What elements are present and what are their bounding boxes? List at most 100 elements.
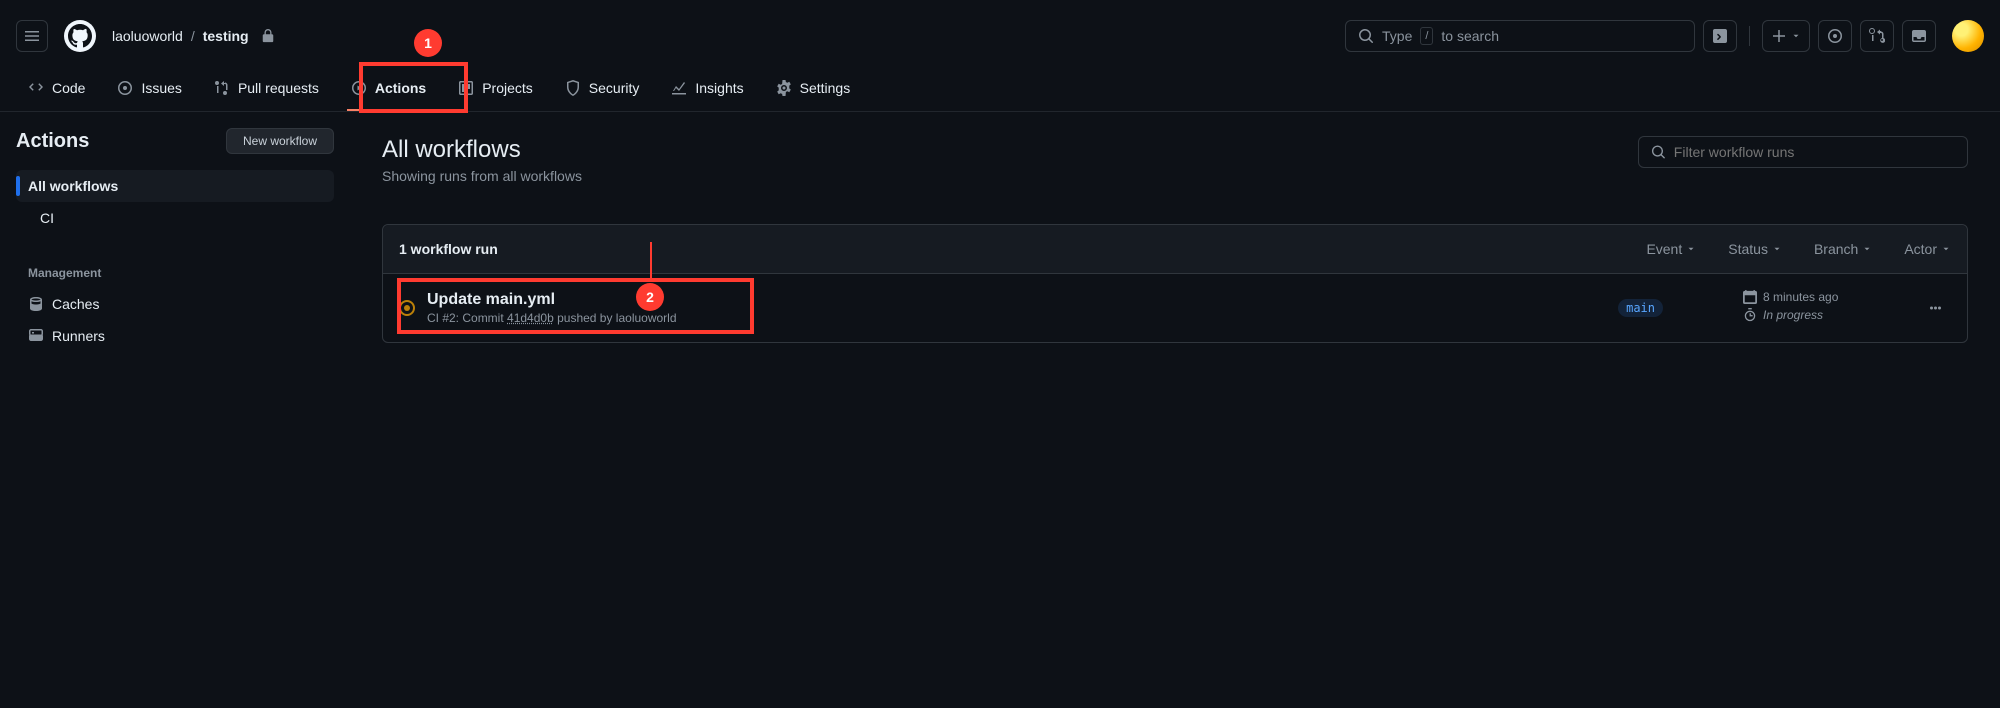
pull-icon: [1869, 28, 1885, 44]
calendar-icon: [1743, 290, 1757, 304]
github-logo[interactable]: [64, 20, 96, 52]
branch-badge[interactable]: main: [1618, 299, 1663, 317]
sidebar-item-ci[interactable]: CI: [16, 202, 334, 234]
status-in-progress-icon: [399, 300, 415, 316]
global-header: laoluoworld / testing Type / to search: [0, 0, 2000, 56]
tab-issues[interactable]: Issues: [105, 64, 193, 111]
run-meta: 8 minutes ago In progress: [1743, 290, 1903, 326]
run-title-link[interactable]: Update main.yml: [427, 291, 1578, 309]
pulls-label: Pull requests: [238, 80, 319, 96]
global-search[interactable]: Type / to search: [1345, 20, 1695, 52]
stopwatch-icon: [1743, 308, 1757, 322]
issue-icon: [1827, 28, 1843, 44]
chevron-down-icon: [1862, 244, 1872, 254]
projects-icon: [458, 80, 474, 96]
shield-icon: [565, 80, 581, 96]
filter-actor[interactable]: Actor: [1904, 241, 1951, 257]
tab-insights[interactable]: Insights: [659, 64, 755, 111]
breadcrumb: laoluoworld / testing: [112, 28, 275, 44]
command-palette-button[interactable]: [1703, 20, 1737, 52]
sidebar-title: Actions: [16, 130, 89, 153]
search-prefix: Type: [1382, 28, 1412, 44]
cache-icon: [28, 296, 44, 312]
code-label: Code: [52, 80, 85, 96]
tab-settings[interactable]: Settings: [764, 64, 863, 111]
issues-button[interactable]: [1818, 20, 1852, 52]
tab-pulls[interactable]: Pull requests: [202, 64, 331, 111]
breadcrumb-sep: /: [191, 28, 195, 44]
runners-label: Runners: [52, 328, 105, 344]
runs-count: 1 workflow run: [399, 241, 498, 257]
filter-event[interactable]: Event: [1646, 241, 1696, 257]
sidebar: Actions New workflow All workflows CI Ma…: [0, 112, 350, 708]
menu-button[interactable]: [16, 20, 48, 52]
run-time: 8 minutes ago: [1763, 290, 1838, 304]
inbox-icon: [1911, 28, 1927, 44]
plus-icon: [1771, 28, 1787, 44]
workflow-list: All workflows CI: [16, 170, 334, 234]
tab-code[interactable]: Code: [16, 64, 97, 111]
caches-label: Caches: [52, 296, 99, 312]
search-icon: [1651, 144, 1666, 160]
search-icon: [1358, 28, 1374, 44]
create-button[interactable]: [1762, 20, 1810, 52]
pulls-button[interactable]: [1860, 20, 1894, 52]
main: Actions New workflow All workflows CI Ma…: [0, 112, 2000, 708]
run-main: Update main.yml CI #2: Commit 41d4d0b pu…: [427, 291, 1578, 325]
chevron-down-icon: [1941, 244, 1951, 254]
code-icon: [28, 80, 44, 96]
filter-input-field[interactable]: [1674, 144, 1955, 160]
projects-label: Projects: [482, 80, 533, 96]
run-sub-suffix: pushed by laoluoworld: [557, 311, 676, 325]
sidebar-item-all-workflows[interactable]: All workflows: [16, 170, 334, 202]
owner-link[interactable]: laoluoworld: [112, 28, 183, 44]
runs-box: 1 workflow run Event Status Branch Actor…: [382, 224, 1968, 343]
gear-icon: [776, 80, 792, 96]
hamburger-icon: [24, 28, 40, 44]
kebab-icon: [1927, 300, 1943, 316]
content-top: All workflows Showing runs from all work…: [382, 136, 1968, 208]
filter-branch[interactable]: Branch: [1814, 241, 1872, 257]
graph-icon: [671, 80, 687, 96]
repo-nav: Code Issues Pull requests Actions Projec…: [0, 64, 2000, 112]
avatar[interactable]: [1952, 20, 1984, 52]
tab-projects[interactable]: Projects: [446, 64, 545, 111]
terminal-icon: [1712, 28, 1728, 44]
run-menu-button[interactable]: [1919, 300, 1951, 316]
tab-actions[interactable]: Actions: [339, 64, 438, 111]
filter-status[interactable]: Status: [1728, 241, 1782, 257]
settings-label: Settings: [800, 80, 851, 96]
run-duration: In progress: [1763, 308, 1823, 322]
sidebar-item-runners[interactable]: Runners: [16, 320, 334, 352]
run-sub: CI #2: Commit 41d4d0b pushed by laoluowo…: [427, 311, 1578, 325]
search-suffix: to search: [1441, 28, 1499, 44]
search-kbd: /: [1420, 27, 1433, 45]
sidebar-item-caches[interactable]: Caches: [16, 288, 334, 320]
management-list: Caches Runners: [16, 288, 334, 352]
content: All workflows Showing runs from all work…: [350, 112, 2000, 708]
lock-icon: [261, 29, 275, 43]
repo-link[interactable]: testing: [203, 28, 249, 44]
github-icon: [68, 24, 92, 48]
issues-label: Issues: [141, 80, 181, 96]
sidebar-header: Actions New workflow: [16, 128, 334, 154]
tab-security[interactable]: Security: [553, 64, 652, 111]
page-subtitle: Showing runs from all workflows: [382, 168, 582, 184]
management-heading: Management: [16, 258, 334, 288]
divider: [1749, 26, 1750, 46]
insights-label: Insights: [695, 80, 743, 96]
commit-link[interactable]: 41d4d0b: [507, 311, 554, 325]
runs-filters: Event Status Branch Actor: [1646, 241, 1951, 257]
chevron-down-icon: [1791, 31, 1801, 41]
run-sub-prefix: CI #2: Commit: [427, 311, 504, 325]
filter-runs-input[interactable]: [1638, 136, 1968, 168]
new-workflow-button[interactable]: New workflow: [226, 128, 334, 154]
server-icon: [28, 328, 44, 344]
security-label: Security: [589, 80, 640, 96]
inbox-button[interactable]: [1902, 20, 1936, 52]
play-icon: [351, 80, 367, 96]
table-row: Update main.yml CI #2: Commit 41d4d0b pu…: [383, 274, 1967, 342]
header-right: Type / to search: [1345, 20, 1984, 52]
chevron-down-icon: [1772, 244, 1782, 254]
chevron-down-icon: [1686, 244, 1696, 254]
